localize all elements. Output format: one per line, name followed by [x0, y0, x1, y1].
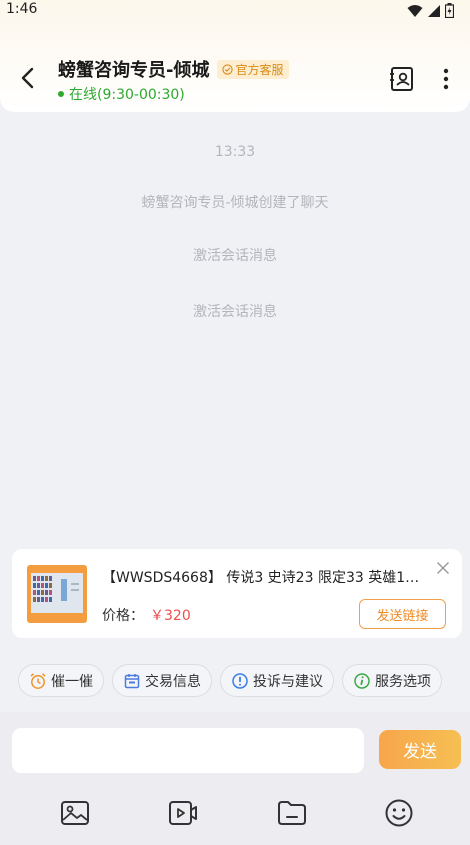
status-bar: 1:46: [0, 0, 470, 22]
complaint-chip[interactable]: 投诉与建议: [220, 664, 334, 697]
product-thumbnail: [27, 565, 87, 623]
video-icon[interactable]: [168, 798, 198, 828]
system-message: 激活会话消息: [193, 248, 277, 264]
chip-label: 交易信息: [145, 673, 201, 690]
signal-icon: [428, 4, 440, 17]
official-service-badge: 官方客服: [217, 59, 289, 79]
system-icons: [407, 3, 454, 18]
chip-label: 服务选项: [375, 673, 431, 690]
thumbnail-grid: [33, 576, 79, 602]
close-icon[interactable]: [436, 561, 450, 575]
system-message: 螃蟹咨询专员-倾城创建了聊天: [141, 195, 329, 211]
service-options-chip[interactable]: 服务选项: [342, 664, 442, 697]
message-timestamp: 13:33: [214, 144, 256, 160]
folder-icon[interactable]: [277, 798, 307, 828]
wifi-icon: [407, 4, 423, 17]
page-title: 螃蟹咨询专员-倾城: [58, 60, 210, 81]
emoji-icon[interactable]: [384, 798, 414, 828]
trade-info-chip[interactable]: 交易信息: [112, 664, 212, 697]
quick-actions: 催一催 交易信息 投诉与建议 服务选项: [18, 664, 442, 697]
system-message: 激活会话消息: [193, 304, 277, 320]
product-title: 【WWSDS4668】 传说3 史诗23 限定33 英雄1…: [102, 570, 420, 586]
price-value: ￥320: [150, 608, 191, 624]
send-button[interactable]: 发送: [379, 730, 461, 769]
more-options-icon[interactable]: [436, 66, 456, 92]
shield-check-icon: [222, 63, 234, 75]
online-dot: [58, 91, 64, 97]
urge-chip[interactable]: 催一催: [18, 664, 104, 697]
message-input[interactable]: [12, 728, 364, 773]
chat-header: 螃蟹咨询专员-倾城 官方客服 在线(9:30-00:30): [0, 22, 470, 112]
chip-label: 投诉与建议: [253, 673, 323, 690]
clock: 1:46: [6, 1, 38, 17]
online-status: 在线(9:30-00:30): [58, 84, 185, 104]
chip-label: 催一催: [51, 673, 93, 690]
back-arrow-icon[interactable]: [14, 64, 42, 92]
battery-icon: [445, 3, 454, 18]
price-label: 价格：: [102, 608, 144, 624]
online-status-text: 在线(9:30-00:30): [69, 87, 185, 103]
calendar-icon: [124, 673, 140, 688]
input-bar: 发送: [0, 712, 470, 845]
info-circle-icon: [354, 672, 370, 689]
badge-label: 官方客服: [235, 62, 284, 77]
title-row: 螃蟹咨询专员-倾城 官方客服: [58, 56, 289, 82]
alarm-clock-icon: [30, 672, 46, 689]
product-card[interactable]: 【WWSDS4668】 传说3 史诗23 限定33 英雄1… 价格： ￥320 …: [12, 549, 462, 638]
thumbnail-image: [31, 573, 83, 613]
contact-card-icon[interactable]: [389, 66, 415, 92]
send-link-button[interactable]: 发送链接: [359, 599, 446, 629]
image-icon[interactable]: [60, 798, 90, 828]
exclamation-circle-icon: [232, 672, 248, 689]
